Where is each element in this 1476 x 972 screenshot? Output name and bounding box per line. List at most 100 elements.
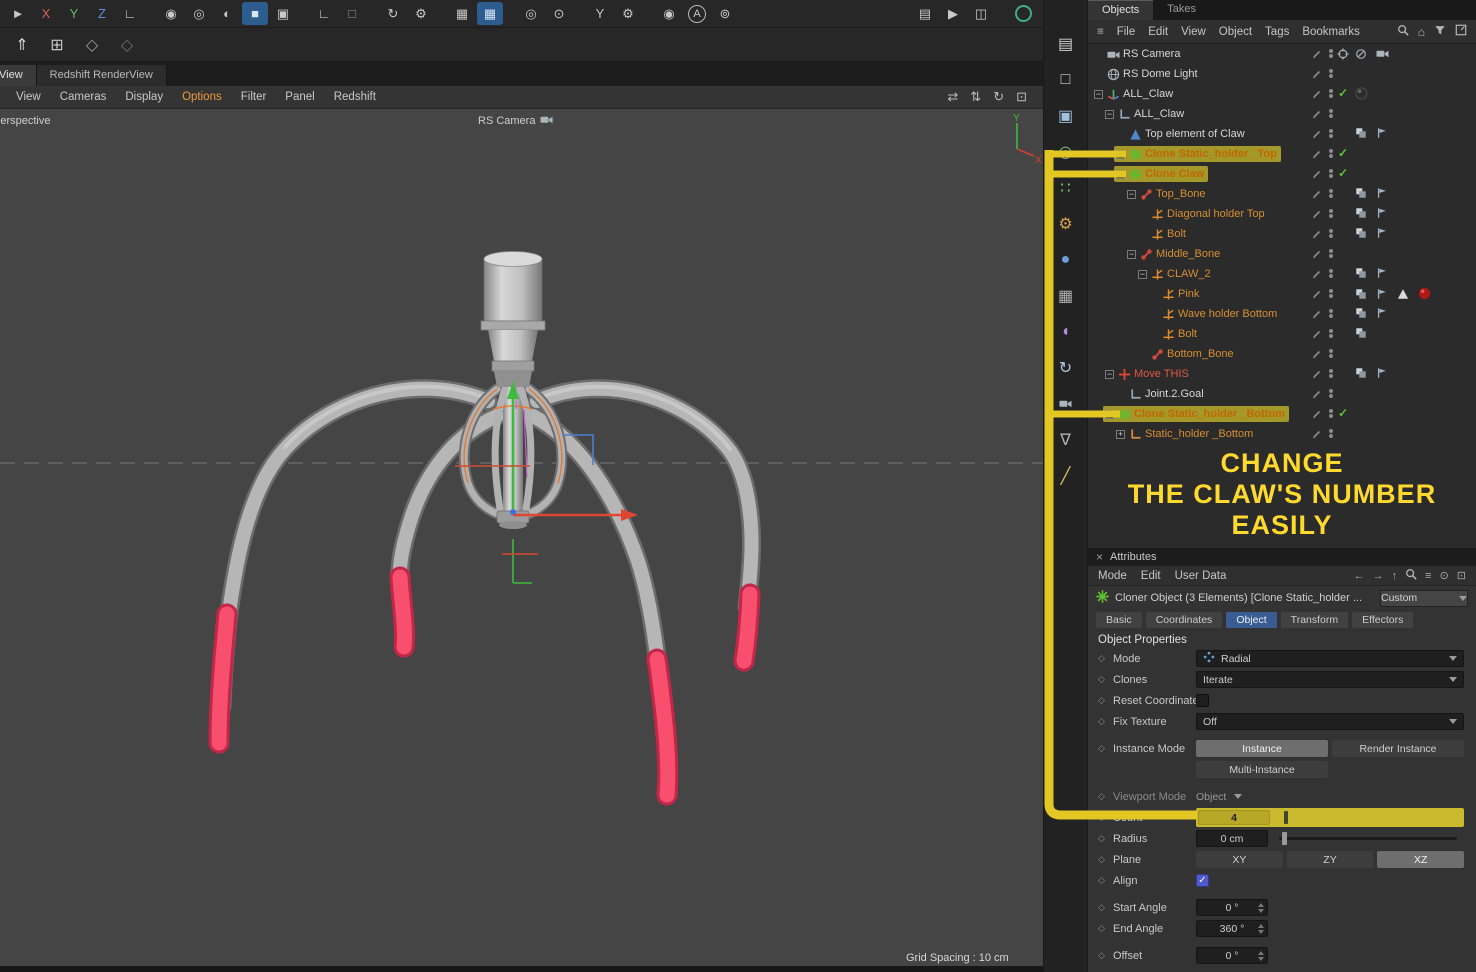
- add-object-icon[interactable]: ⊞: [42, 30, 72, 59]
- layer-icon[interactable]: [1355, 267, 1367, 282]
- enabled-check-icon[interactable]: ✓: [1338, 146, 1348, 160]
- picture-viewer-icon[interactable]: ▤: [912, 2, 938, 25]
- viewport-menu-display[interactable]: Display: [125, 91, 163, 103]
- edit-toggle-icon[interactable]: [1312, 289, 1322, 302]
- number-field[interactable]: 0 °: [1196, 899, 1268, 916]
- enabled-check-icon[interactable]: ✓: [1338, 166, 1348, 180]
- edit-toggle-icon[interactable]: [1312, 109, 1322, 122]
- annotation-a-icon[interactable]: A: [688, 4, 706, 23]
- layer-icon[interactable]: [1355, 227, 1367, 242]
- dropdown-clones[interactable]: Iterate: [1196, 671, 1464, 688]
- checkbox-align[interactable]: ✓: [1196, 874, 1209, 887]
- expander-plus-icon[interactable]: +: [1116, 429, 1125, 439]
- panel-menu-icon[interactable]: ≡: [1097, 26, 1104, 38]
- gear-cycle-icon[interactable]: ⚙: [408, 2, 434, 25]
- slider-handle[interactable]: [1284, 811, 1288, 824]
- volume-sphere-icon[interactable]: ●: [1049, 244, 1083, 275]
- workplane-grid-icon[interactable]: ▦: [1049, 280, 1083, 311]
- axis-mode-icon[interactable]: ◎: [1049, 136, 1083, 167]
- lock-z-button[interactable]: Z: [89, 2, 115, 25]
- edit-toggle-icon[interactable]: [1312, 329, 1322, 342]
- magnet-icon[interactable]: ◖: [1049, 316, 1083, 347]
- funnel-icon[interactable]: ∇: [1049, 424, 1083, 455]
- render-region-icon[interactable]: ◎: [186, 2, 212, 25]
- viewport-menu-view[interactable]: View: [16, 91, 41, 103]
- focus-icon[interactable]: ⊙: [1440, 569, 1449, 582]
- keyframe-diamond-icon[interactable]: ◇: [1098, 674, 1113, 685]
- visibility-dots[interactable]: [1329, 88, 1333, 99]
- attr-tab-effectors[interactable]: Effectors: [1352, 612, 1414, 628]
- tree-row-top-element-of-claw[interactable]: Top element of Claw: [1088, 124, 1476, 144]
- edit-toggle-icon[interactable]: [1312, 149, 1322, 162]
- tree-row-clone-claw[interactable]: − Clone Claw ✓: [1088, 164, 1476, 184]
- tree-row-clone-static-holder-bottom[interactable]: − Clone Static_holder _Bottom ✓: [1088, 404, 1476, 424]
- expander-minus-icon[interactable]: −: [1105, 109, 1114, 119]
- flag-icon[interactable]: [1376, 227, 1388, 242]
- om-menu-object[interactable]: Object: [1219, 26, 1252, 38]
- tree-row-joint-2-goal[interactable]: Joint.2.Goal: [1088, 384, 1476, 404]
- button-xz[interactable]: XZ: [1377, 851, 1465, 868]
- visibility-dots[interactable]: [1329, 408, 1333, 419]
- render-settings-icon[interactable]: ◐: [214, 2, 240, 25]
- tree-row-wave-holder-bottom[interactable]: Wave holder Bottom: [1088, 304, 1476, 324]
- visibility-dots[interactable]: [1329, 248, 1333, 259]
- visibility-dots[interactable]: [1329, 108, 1333, 119]
- edit-toggle-icon[interactable]: [1312, 189, 1322, 202]
- keyframe-diamond-icon[interactable]: ◇: [1098, 902, 1113, 913]
- button-xy[interactable]: XY: [1196, 851, 1283, 868]
- camera-label[interactable]: RS Camera: [478, 113, 554, 129]
- panel-icon[interactable]: [1455, 24, 1467, 39]
- make-editable-icon[interactable]: ⇑: [7, 30, 37, 59]
- visibility-dots[interactable]: [1329, 428, 1333, 439]
- warning-icon[interactable]: [1397, 288, 1409, 303]
- visibility-dots[interactable]: [1329, 148, 1333, 159]
- keyframe-diamond-icon[interactable]: ◇: [1098, 875, 1113, 886]
- search-icon[interactable]: [1405, 568, 1417, 583]
- object-entry[interactable]: + Static_holder _Bottom: [1114, 426, 1257, 442]
- object-entry[interactable]: + Clone Static_holder _Top: [1114, 146, 1281, 162]
- coord-system-icon[interactable]: ∟: [117, 2, 143, 25]
- object-entry[interactable]: Joint.2.Goal: [1114, 386, 1208, 402]
- object-entry[interactable]: Bolt: [1136, 226, 1190, 242]
- button-render-instance[interactable]: Render Instance: [1332, 740, 1464, 757]
- dropdown-fix-texture[interactable]: Off: [1196, 713, 1464, 730]
- tree-row-claw-2[interactable]: − CLAW_2: [1088, 264, 1476, 284]
- camera-link-icon[interactable]: [540, 113, 554, 129]
- tree-row-static-holder-bottom[interactable]: + Static_holder _Bottom: [1088, 424, 1476, 444]
- lamp-icon[interactable]: ⊚: [712, 2, 738, 25]
- visibility-dots[interactable]: [1329, 268, 1333, 279]
- quantize-icon[interactable]: □: [339, 2, 365, 25]
- button-instance[interactable]: Instance: [1196, 740, 1328, 757]
- flag-icon[interactable]: [1376, 267, 1388, 282]
- edit-toggle-icon[interactable]: [1312, 409, 1322, 422]
- attr-menu-user-data[interactable]: User Data: [1175, 570, 1227, 582]
- visibility-dots[interactable]: [1329, 168, 1333, 179]
- spline-path-icon[interactable]: ◇: [77, 30, 107, 59]
- edit-toggle-icon[interactable]: [1312, 229, 1322, 242]
- mograph-icon[interactable]: ∷: [1049, 172, 1083, 203]
- flag-icon[interactable]: [1376, 288, 1388, 303]
- home-icon[interactable]: ⌂: [1418, 25, 1425, 39]
- primitive-cube-icon[interactable]: ■: [242, 2, 268, 25]
- rotate-ring-icon[interactable]: ↻: [1049, 352, 1083, 383]
- slider-handle[interactable]: [1282, 832, 1288, 845]
- viewport-menu-filter[interactable]: Filter: [241, 91, 267, 103]
- object-entry[interactable]: Bottom_Bone: [1136, 346, 1238, 362]
- object-entry[interactable]: − Top_Bone: [1125, 186, 1210, 202]
- viewport-tab-view[interactable]: View: [0, 65, 37, 86]
- checkbox-reset-coordinates[interactable]: [1196, 694, 1209, 707]
- filter-icon[interactable]: [1434, 24, 1446, 39]
- expander-minus-icon[interactable]: −: [1127, 249, 1136, 259]
- popout-icon[interactable]: ⊡: [1457, 569, 1466, 582]
- viewport-tab-redshift-renderview[interactable]: Redshift RenderView: [36, 65, 167, 86]
- visibility-dots[interactable]: [1329, 288, 1333, 299]
- tab-takes[interactable]: Takes: [1153, 0, 1210, 20]
- object-entry[interactable]: − Middle_Bone: [1125, 246, 1224, 262]
- visibility-dots[interactable]: [1329, 308, 1333, 319]
- render-view-icon[interactable]: ◉: [158, 2, 184, 25]
- edit-toggle-icon[interactable]: [1312, 389, 1322, 402]
- object-entry[interactable]: Diagonal holder Top: [1136, 206, 1269, 222]
- keyframe-diamond-icon[interactable]: ◇: [1098, 716, 1113, 727]
- frame-render-icon[interactable]: ◫: [968, 2, 994, 25]
- expander-minus-icon[interactable]: −: [1105, 409, 1114, 419]
